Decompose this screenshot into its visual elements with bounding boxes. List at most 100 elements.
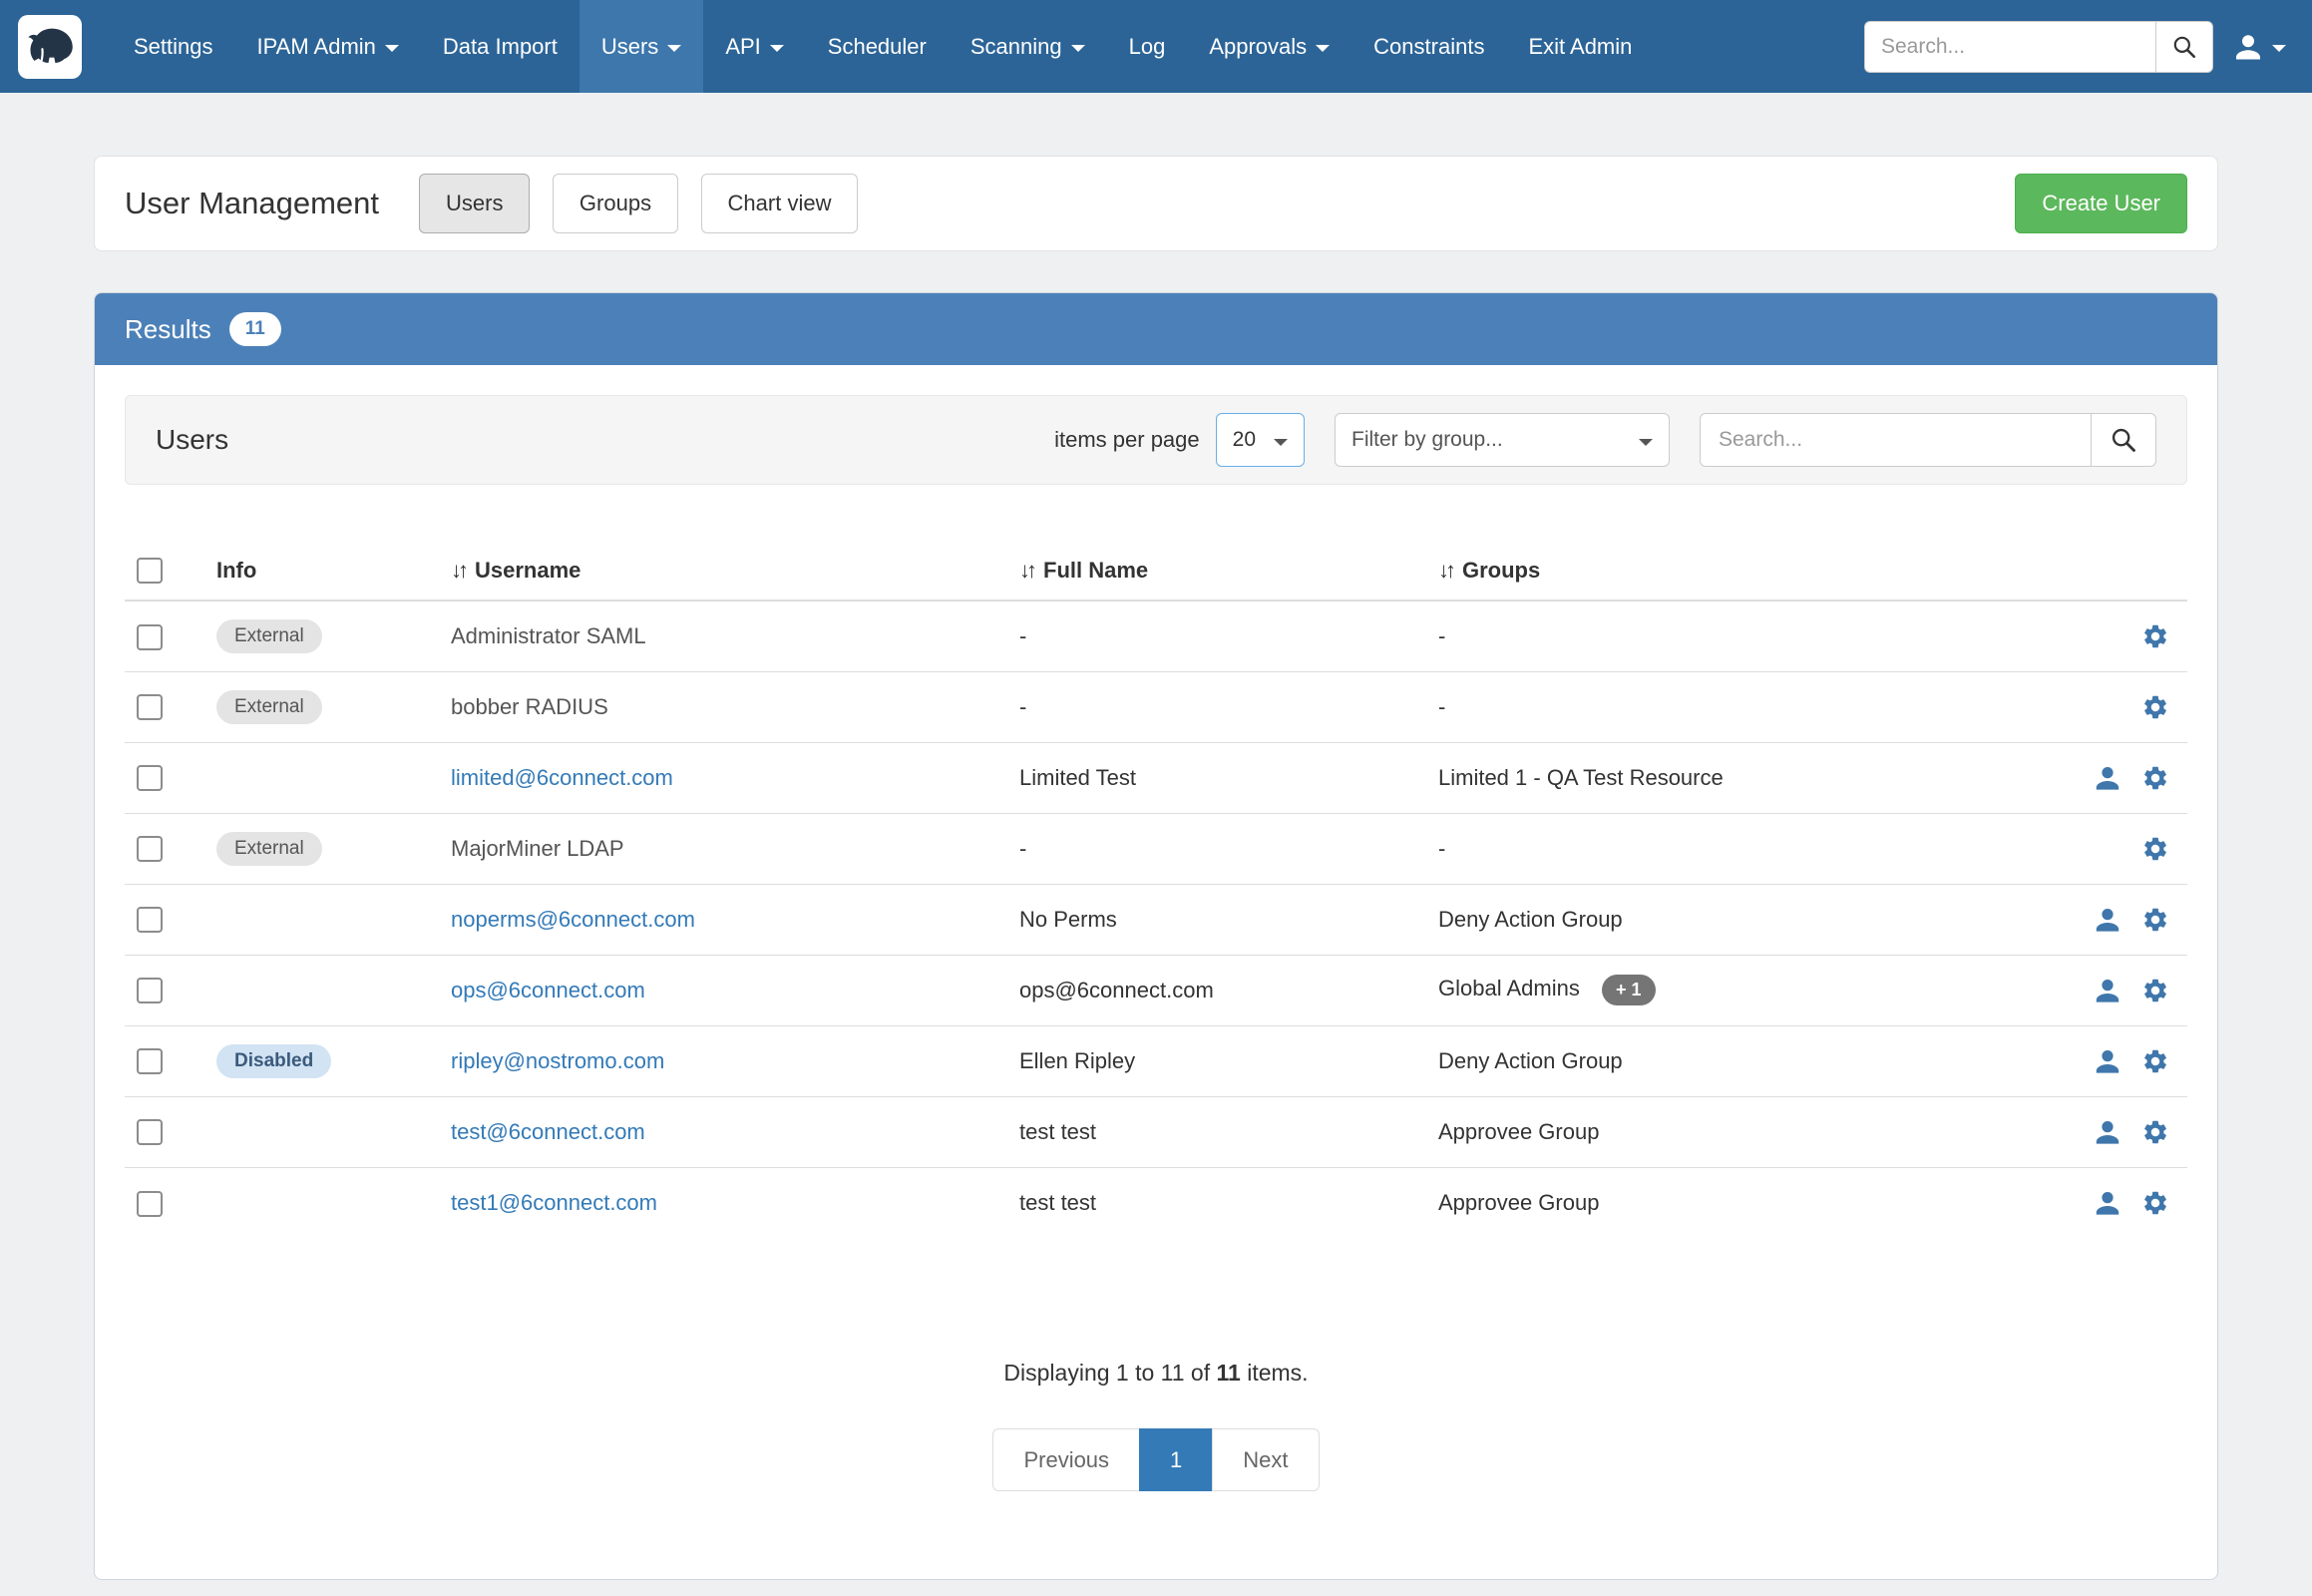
impersonate-user-icon[interactable] [2094,1189,2121,1217]
nav-item-constraints[interactable]: Constraints [1351,0,1506,93]
username-cell: Administrator SAML [451,623,646,648]
nav-item-approvals[interactable]: Approvals [1187,0,1351,93]
table-search-input[interactable] [1700,413,2091,467]
search-icon [2110,426,2137,454]
username-cell[interactable]: test1@6connect.com [451,1190,657,1215]
pagination-page-1-button[interactable]: 1 [1139,1428,1213,1491]
table-header-row: Info ↓↑Username ↓↑Full Name ↓↑Groups [125,541,2187,600]
chevron-down-icon [770,45,784,52]
gear-icon[interactable] [2141,693,2169,721]
username-cell[interactable]: noperms@6connect.com [451,907,695,932]
table-row: External MajorMiner LDAP - - [125,813,2187,884]
gear-icon[interactable] [2141,1189,2169,1217]
user-menu[interactable] [2233,32,2286,62]
gear-icon[interactable] [2141,764,2169,792]
impersonate-user-icon[interactable] [2094,906,2121,934]
nav-item-users[interactable]: Users [579,0,703,93]
table-row: External Administrator SAML - - [125,600,2187,671]
nav-item-exit-admin[interactable]: Exit Admin [1506,0,1654,93]
row-checkbox[interactable] [137,978,163,1003]
filter-by-group-select[interactable]: Filter by group... [1335,413,1670,467]
table-row: limited@6connect.com Limited Test Limite… [125,742,2187,813]
chevron-down-icon [385,45,399,52]
nav-item-scanning[interactable]: Scanning [949,0,1107,93]
nav-item-label: Users [601,34,658,60]
items-per-page-label: items per page [1054,427,1200,453]
nav-item-settings[interactable]: Settings [112,0,235,93]
full-name-cell: Limited Test [1007,742,1426,813]
gear-icon[interactable] [2141,977,2169,1004]
full-name-cell: test test [1007,1096,1426,1167]
nav-item-label: Exit Admin [1528,34,1632,60]
provision-logo[interactable] [18,15,82,79]
groups-cell: - [1438,623,1445,648]
results-panel: Results 11 Users items per page 20 Filte… [94,292,2218,1580]
users-table-body: External Administrator SAML - - [125,600,2187,1238]
row-checkbox[interactable] [137,624,163,650]
username-cell[interactable]: limited@6connect.com [451,765,673,790]
nav-item-label: IPAM Admin [257,34,376,60]
gear-icon[interactable] [2141,1047,2169,1075]
tab-users[interactable]: Users [419,174,530,233]
results-count-badge: 11 [229,312,281,346]
row-checkbox[interactable] [137,765,163,791]
row-checkbox[interactable] [137,1048,163,1074]
user-icon [2233,32,2263,62]
table-row: test1@6connect.com test test Approvee Gr… [125,1167,2187,1238]
impersonate-user-icon[interactable] [2094,977,2121,1004]
impersonate-user-icon[interactable] [2094,1047,2121,1075]
full-name-cell: No Perms [1007,884,1426,955]
table-row: Disabled ripley@nostromo.com Ellen Riple… [125,1025,2187,1096]
items-per-page-select[interactable]: 20 [1216,413,1305,467]
impersonate-user-icon[interactable] [2094,1118,2121,1146]
page-title: User Management [125,186,379,221]
groups-cell: - [1438,836,1445,861]
chevron-down-icon [1316,45,1330,52]
nav-item-log[interactable]: Log [1107,0,1188,93]
tab-groups[interactable]: Groups [553,174,678,233]
tab-chart-view[interactable]: Chart view [701,174,859,233]
gear-icon[interactable] [2141,906,2169,934]
navbar-search-input[interactable] [1864,21,2155,73]
nav-item-data-import[interactable]: Data Import [421,0,579,93]
username-cell: MajorMiner LDAP [451,836,624,861]
nav-item-ipam-admin[interactable]: IPAM Admin [235,0,421,93]
nav-item-api[interactable]: API [703,0,805,93]
items-per-page-value: 20 [1233,428,1256,452]
column-header-full-name[interactable]: ↓↑Full Name [1007,541,1426,600]
username-cell[interactable]: ops@6connect.com [451,978,645,1002]
column-header-info[interactable]: Info [204,541,439,600]
select-all-checkbox[interactable] [137,558,163,584]
filter-by-group-value: Filter by group... [1351,428,1503,452]
row-checkbox[interactable] [137,836,163,862]
row-checkbox[interactable] [137,694,163,720]
username-cell[interactable]: test@6connect.com [451,1119,645,1144]
row-checkbox[interactable] [137,1119,163,1145]
mammoth-logo-icon [24,21,76,73]
username-cell[interactable]: ripley@nostromo.com [451,1048,664,1073]
pagination-next-button[interactable]: Next [1212,1428,1319,1491]
pagination-previous-button[interactable]: Previous [992,1428,1140,1491]
view-tabs: Users Groups Chart view [419,174,876,233]
groups-extra-badge: + 1 [1602,975,1656,1005]
row-checkbox[interactable] [137,1191,163,1217]
status-badge: External [216,832,322,866]
nav-item-scheduler[interactable]: Scheduler [806,0,949,93]
row-checkbox[interactable] [137,907,163,933]
username-cell: bobber RADIUS [451,694,608,719]
impersonate-user-icon[interactable] [2094,764,2121,792]
column-header-username[interactable]: ↓↑Username [439,541,1007,600]
table-toolbar: Users items per page 20 Filter by group.… [125,395,2187,485]
gear-icon[interactable] [2141,622,2169,650]
create-user-button[interactable]: Create User [2015,174,2187,233]
gear-icon[interactable] [2141,835,2169,863]
navbar-search-button[interactable] [2155,21,2213,73]
gear-icon[interactable] [2141,1118,2169,1146]
sort-icon: ↓↑ [451,558,465,583]
table-search-button[interactable] [2091,413,2156,467]
chevron-down-icon [667,45,681,52]
column-header-groups[interactable]: ↓↑Groups [1426,541,1985,600]
groups-cell: Deny Action Group [1438,907,1623,932]
table-row: External bobber RADIUS - - [125,671,2187,742]
table-row: noperms@6connect.com No Perms Deny Actio… [125,884,2187,955]
